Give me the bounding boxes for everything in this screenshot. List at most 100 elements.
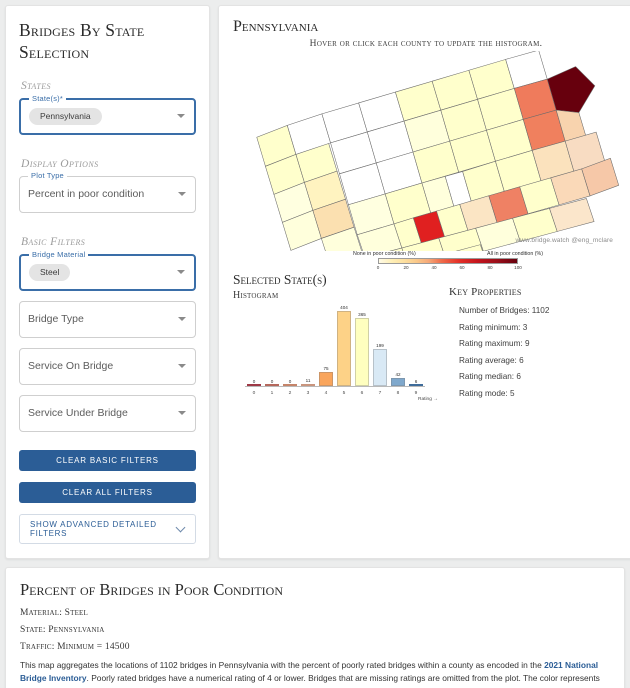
histogram-x-ticks: 0 1 2 3 4 5 6 7 8 9 <box>245 391 425 396</box>
legend-tick: 0 <box>376 265 380 270</box>
histogram-bar[interactable] <box>337 310 351 386</box>
clear-basic-filters-button[interactable]: Clear Basic Filters <box>19 449 196 471</box>
histogram-bar-value: 0 <box>252 379 256 385</box>
show-advanced-filters-label: Show Advanced Detailed Filters <box>30 519 157 538</box>
key-properties-column: Key Properties Number of Bridges: 1102 Ra… <box>443 270 621 405</box>
histogram-tick-label: 5 <box>342 391 346 396</box>
legend-colorbar <box>378 258 518 264</box>
key-property-item: Rating mode: 5 <box>459 388 515 398</box>
legend-right-label: All in poor condition (%) <box>487 251 543 257</box>
chevron-down-icon <box>178 411 186 416</box>
key-properties-title: Key Properties <box>449 286 522 298</box>
histogram-bar-value: 404 <box>340 304 348 310</box>
histogram-bar-value: 0 <box>288 379 292 385</box>
filters-sidebar: Bridges By State Selection States State(… <box>5 5 210 559</box>
histogram-tick-label: 9 <box>414 391 418 396</box>
histogram-tick-label: 3 <box>306 391 310 396</box>
top-row: Bridges By State Selection States State(… <box>5 5 630 559</box>
histogram-axis <box>245 386 425 387</box>
section-label-display-options: Display Options <box>21 157 99 170</box>
histogram-bar[interactable] <box>355 318 369 386</box>
service-on-bridge-select[interactable]: Service On Bridge <box>19 347 196 385</box>
histogram-bar-slot[interactable]: 75 <box>317 306 335 386</box>
histogram-bar-slot[interactable]: 199 <box>371 306 389 386</box>
histogram-bar-slot[interactable]: 6 <box>407 306 425 386</box>
material-chip-steel[interactable]: Steel <box>29 264 71 281</box>
app-root: Bridges By State Selection States State(… <box>0 0 630 688</box>
page-title: Bridges By State Selection <box>19 20 145 62</box>
bridge-type-value: Bridge Type <box>28 313 84 326</box>
service-on-bridge-value: Service On Bridge <box>28 360 114 373</box>
key-property-item: Rating maximum: 9 <box>459 339 530 348</box>
chevron-down-icon <box>178 317 186 322</box>
chevron-down-icon <box>177 270 185 275</box>
plot-type-value: Percent in poor condition <box>28 188 145 201</box>
bridge-type-select[interactable]: Bridge Type <box>19 300 196 338</box>
histogram-tick-label: 2 <box>288 391 292 396</box>
key-property-item: Rating minimum: 3 <box>459 322 528 332</box>
histogram-bar-slot[interactable]: 404 <box>335 304 353 386</box>
histogram-bar-slot[interactable]: 0 <box>263 306 281 386</box>
selected-states-title: Selected State(s) <box>233 272 327 287</box>
description-title: Percent of Bridges in Poor Condition <box>20 579 283 599</box>
key-property-item: Rating average: 6 <box>459 355 524 365</box>
section-label-states: States <box>21 79 51 92</box>
map-panel: Pennsylvania Hover or click each county … <box>218 5 630 559</box>
histogram-bar-value: 75 <box>323 366 329 372</box>
histogram-tick-label: 0 <box>252 391 256 396</box>
description-text: This map aggregates the locations of 110… <box>20 659 610 688</box>
key-properties-list: Number of Bridges: 1102 Rating minimum: 3… <box>449 306 621 398</box>
histogram-bar-value: 6 <box>414 378 418 384</box>
pennsylvania-county-map[interactable] <box>231 51 621 251</box>
show-advanced-filters-button[interactable]: Show Advanced Detailed Filters <box>19 513 196 544</box>
legend-tick: 40 <box>431 265 437 270</box>
legend-tick-labels: 0 20 40 60 80 100 <box>376 265 522 272</box>
map-subtitle: Hover or click each county to update the… <box>309 39 543 49</box>
histogram-bar-slot[interactable]: 0 <box>245 306 263 386</box>
histogram-bar-value: 199 <box>376 342 384 348</box>
state-chip-pennsylvania[interactable]: Pennsylvania <box>29 108 102 125</box>
chevron-down-icon <box>178 364 186 369</box>
histogram-tick-label: 4 <box>324 391 328 396</box>
selected-state-section: Selected State(s) Histogram 0 0 0 11 75 404 36… <box>231 270 621 405</box>
histogram-bar-slot[interactable]: 42 <box>389 306 407 386</box>
legend-tick: 60 <box>459 265 465 270</box>
histogram-bar[interactable] <box>373 348 387 386</box>
chevron-down-icon <box>177 114 185 119</box>
bridge-material-select[interactable]: Bridge Material Steel <box>19 249 196 291</box>
histogram-bar-slot[interactable]: 365 <box>353 306 371 386</box>
service-under-bridge-select[interactable]: Service Under Bridge <box>19 394 196 432</box>
description-panel: Percent of Bridges in Poor Condition Mat… <box>5 566 625 688</box>
histogram-bar-slot[interactable]: 11 <box>299 306 317 386</box>
plot-type-legend: Plot Type <box>28 170 67 180</box>
clear-all-filters-button[interactable]: Clear All Filters <box>19 481 196 503</box>
histogram-bar[interactable] <box>319 372 333 386</box>
key-property-item: Number of Bridges: 1102 <box>459 306 550 315</box>
section-label-basic-filters: Basic Filters <box>21 235 86 248</box>
histogram-column: Selected State(s) Histogram 0 0 0 11 75 404 36… <box>231 270 443 405</box>
histogram-bar-slot[interactable]: 0 <box>281 306 299 386</box>
service-under-bridge-value: Service Under Bridge <box>28 407 128 420</box>
histogram-bar[interactable] <box>391 378 405 386</box>
legend-tick: 80 <box>487 265 493 270</box>
legend-left-label: None in poor condition (%) <box>353 251 416 257</box>
rating-histogram[interactable]: 0 0 0 11 75 404 365 199 42 6 0 1 2 3 4 5 6 7 8 9 Rating → <box>233 303 438 402</box>
histogram-tick-label: 6 <box>360 391 364 396</box>
description-part2: . Poorly rated bridges have a numerical … <box>20 672 600 688</box>
histogram-title: Histogram <box>233 290 279 301</box>
meta-material: Material: Steel <box>20 607 89 618</box>
chevron-down-icon <box>178 192 186 197</box>
histogram-x-axis-title: Rating → <box>418 397 438 402</box>
map-title: Pennsylvania <box>233 18 319 35</box>
legend-tick: 100 <box>514 265 522 270</box>
histogram-tick-label: 7 <box>378 391 382 396</box>
histogram-bar-value: 11 <box>305 377 311 383</box>
plot-type-select[interactable]: Plot Type Percent in poor condition <box>19 170 196 213</box>
map-color-legend: None in poor condition (%) All in poor c… <box>353 251 543 272</box>
key-property-item: Rating median: 6 <box>459 372 521 381</box>
histogram-bars: 0 0 0 11 75 404 365 199 42 6 <box>245 304 425 386</box>
state-select[interactable]: State(s)* Pennsylvania <box>19 93 196 135</box>
meta-traffic: Traffic: Minimum = 14500 <box>20 641 130 652</box>
choropleth-map[interactable]: www.bridge.watch @eng_mclare None in poo… <box>231 51 621 270</box>
meta-state: State: Pennsylvania <box>20 624 105 635</box>
